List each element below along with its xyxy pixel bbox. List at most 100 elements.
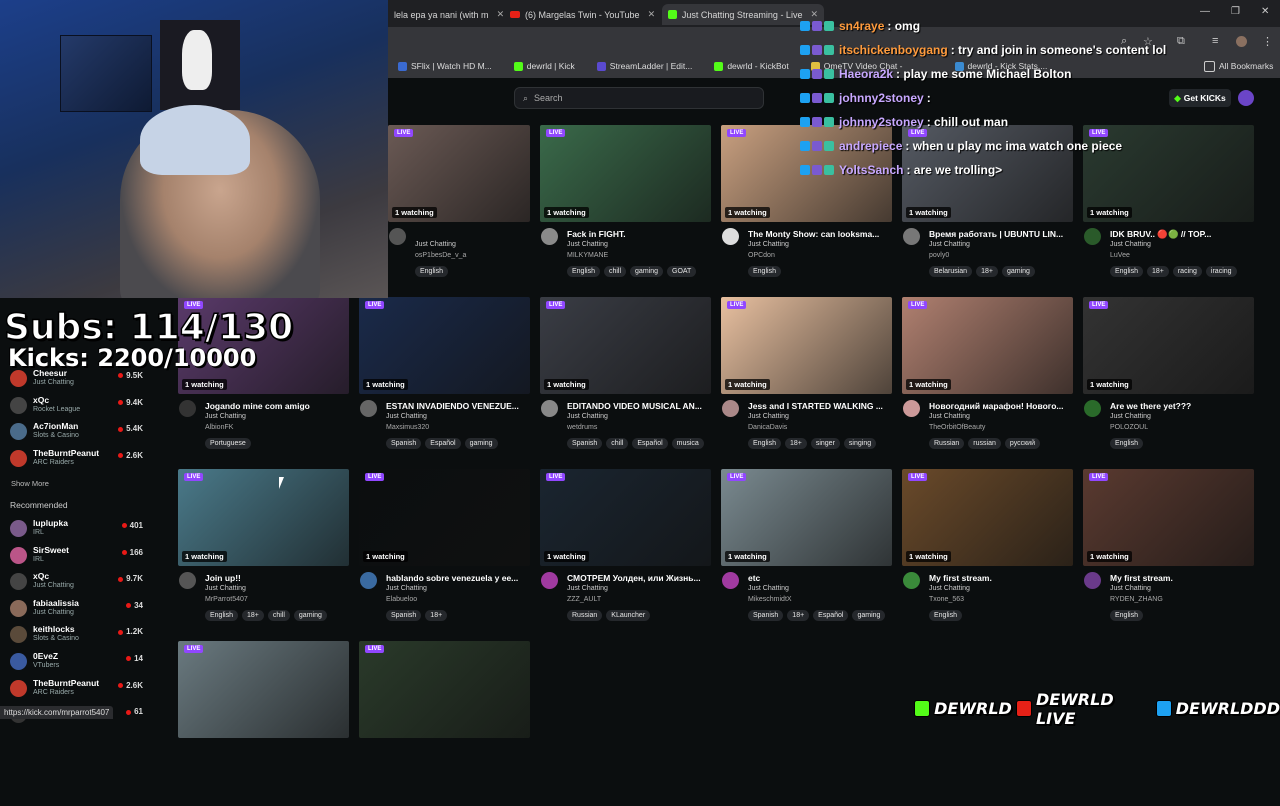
streamer-avatar[interactable] [360,400,377,417]
stream-category[interactable]: Just Chatting [567,413,608,420]
stream-thumbnail[interactable]: LIVE 1 watching [721,297,892,394]
stream-category[interactable]: Just Chatting [929,413,970,420]
stream-category[interactable]: Just Chatting [386,585,427,592]
search-input[interactable]: ⌕ Search [514,87,764,109]
stream-category[interactable]: Just Chatting [205,585,246,592]
stream-title[interactable]: Jogando mine com amigo [205,401,347,411]
stream-card[interactable]: LIVE 1 watching Jess and I STARTED WALKING… [721,297,892,462]
streamer-avatar[interactable] [722,400,739,417]
stream-category[interactable]: Just Chatting [929,585,970,592]
streamer-name[interactable]: MrParrot5407 [205,596,248,603]
maximize-icon[interactable]: ❐ [1231,6,1240,17]
tag-chip[interactable]: gaming [1001,266,1035,277]
stream-thumbnail[interactable]: LIVE 1 watching [359,297,530,394]
streamer-avatar[interactable] [360,572,377,589]
window-close-icon[interactable]: ✕ [1261,6,1269,17]
tag-chip[interactable]: Belarusian [929,266,973,277]
tag-chip[interactable]: singer [810,438,840,449]
close-icon[interactable]: ✕ [648,9,656,20]
tag-chip[interactable]: Russian [567,610,603,621]
streamer-name[interactable]: POLOZOUL [1110,424,1148,431]
stream-title[interactable]: EDITANDO VIDEO MUSICAL AN... [567,401,709,411]
tag-chip[interactable]: English [748,438,781,449]
stream-thumbnail[interactable]: LIVE 1 watching [178,469,349,566]
tag-chip[interactable]: chill [267,610,290,621]
stream-title[interactable]: ESTAN INVADIENDO VENEZUE... [386,401,528,411]
streamer-name[interactable]: OPCdon [748,252,775,259]
stream-category[interactable]: Just Chatting [567,585,608,592]
stream-category[interactable]: Just Chatting [1110,413,1151,420]
tag-chip[interactable]: Español [813,610,849,621]
stream-title[interactable]: The Monty Show: can looksma... [748,229,890,239]
streamer-avatar[interactable] [903,228,920,245]
streamer-name[interactable]: Elabueloo [386,596,417,603]
stream-card[interactable]: LIVE 1 watching Are we there yet??? Just Ch… [1083,297,1254,462]
tag-chip[interactable]: English [1110,610,1143,621]
streamer-avatar[interactable] [541,572,558,589]
sidebar-channel[interactable]: SirSweet IRL 166 [10,544,150,570]
tag-chip[interactable]: racing [1172,266,1202,277]
bookmark-streamladder[interactable]: StreamLadder | Edit... [596,61,692,71]
stream-title[interactable]: Are we there yet??? [1110,401,1252,411]
streamer-avatar[interactable] [722,228,739,245]
chat-username[interactable]: johnny2stoney [839,115,924,129]
tag-chip[interactable]: chill [603,266,627,277]
sidebar-channel[interactable]: xQc Just Chatting 9.7K [10,570,150,596]
stream-card[interactable]: LIVE 1 watching etc Just Chatting Mikeschmid… [721,469,892,634]
stream-category[interactable]: Just Chatting [748,413,789,420]
stream-category[interactable]: Just Chatting [748,241,789,248]
stream-thumbnail[interactable]: LIVE [178,641,349,738]
stream-thumbnail[interactable]: LIVE 1 watching [540,297,711,394]
streamer-avatar[interactable] [903,572,920,589]
tag-chip[interactable]: iracing [1205,266,1237,277]
sidebar-channel[interactable]: luplupka IRL 401 [10,517,150,543]
stream-title[interactable]: Новогодний марафон! Нового... [929,401,1071,411]
stream-card[interactable]: LIVE [359,641,530,806]
streamer-avatar[interactable] [1084,400,1101,417]
sidebar-channel[interactable]: TheBurntPeanut ARC Raiders 2.6K [10,677,150,703]
tag-chip[interactable]: KLauncher [606,610,651,621]
tag-chip[interactable]: gaming [464,438,498,449]
tag-chip[interactable]: English [415,266,448,277]
stream-category[interactable]: Just Chatting [415,241,456,248]
tag-chip[interactable]: 18+ [425,610,448,621]
tag-chip[interactable]: Spanish [567,438,603,449]
tag-chip[interactable]: 18+ [784,438,807,449]
tag-chip[interactable]: Español [632,438,668,449]
stream-category[interactable]: Just Chatting [1110,241,1151,248]
stream-thumbnail[interactable]: LIVE 1 watching [902,469,1073,566]
tag-chip[interactable]: russian [968,438,1001,449]
streamer-name[interactable]: Txone_563 [929,596,964,603]
tag-chip[interactable]: gaming [630,266,663,277]
stream-thumbnail[interactable]: LIVE [359,641,530,738]
streamer-name[interactable]: RYDEN_ZHANG [1110,596,1163,603]
streamer-avatar[interactable] [903,400,920,417]
stream-thumbnail[interactable]: LIVE 1 watching [540,125,711,222]
stream-thumbnail[interactable]: LIVE 1 watching [359,469,530,566]
stream-card[interactable]: LIVE 1 watching Join up!! Just Chatting MrPa… [178,469,349,634]
stream-title[interactable]: Время работать | UBUNTU LIN... [929,229,1071,239]
tag-chip[interactable]: Portuguese [205,438,251,449]
tag-chip[interactable]: Spanish [386,438,422,449]
sidebar-channel[interactable]: xQc Rocket League 9.4K [10,394,150,420]
streamer-name[interactable]: TheOrbitOfBeauty [929,424,985,431]
streamer-avatar[interactable] [722,572,739,589]
tag-chip[interactable]: Russian [929,438,965,449]
tag-chip[interactable]: Español [425,438,461,449]
tag-chip[interactable]: 18+ [976,266,998,277]
tag-chip[interactable]: 18+ [1146,266,1169,277]
streamer-name[interactable]: ZZZ_AULT [567,596,601,603]
streamer-avatar[interactable] [179,572,196,589]
tag-chip[interactable]: English [567,266,600,277]
streamer-name[interactable]: povly0 [929,252,949,259]
tag-chip[interactable]: русский [1004,438,1040,449]
stream-category[interactable]: Just Chatting [748,585,789,592]
chat-username[interactable]: sn4raye [839,19,884,33]
tag-chip[interactable]: GOAT [667,266,697,277]
bookmark-dewrld-kick[interactable]: dewrld | Kick [513,61,575,71]
streamer-name[interactable]: Maxsimus320 [386,424,429,431]
stream-category[interactable]: Just Chatting [1110,585,1151,592]
tag-chip[interactable]: 18+ [241,610,264,621]
tag-chip[interactable]: 18+ [787,610,810,621]
menu-icon[interactable]: ⋮ [1262,35,1273,48]
